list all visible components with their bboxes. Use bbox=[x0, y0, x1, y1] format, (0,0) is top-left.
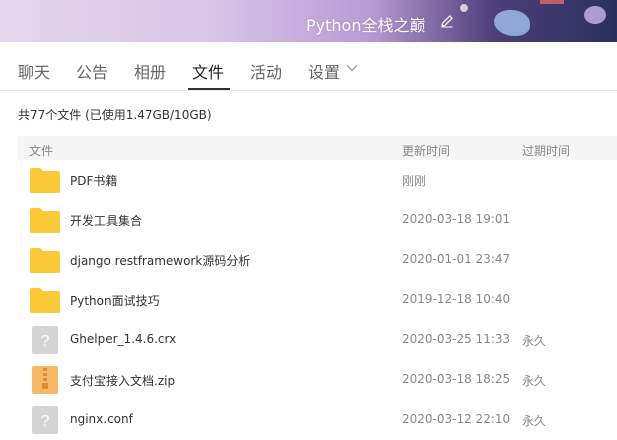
tab-settings[interactable]: 设置 bbox=[308, 59, 340, 83]
tab-album[interactable]: 相册 bbox=[134, 59, 166, 83]
folder-icon bbox=[29, 246, 61, 274]
file-row[interactable]: ? Ghelper_1.4.6.crx 2020-03-25 11:33 永久 bbox=[18, 320, 617, 360]
file-row[interactable]: Python面试技巧 2019-12-18 10:40 bbox=[18, 280, 617, 320]
file-updated-time: 2019-12-18 10:40 bbox=[402, 292, 511, 306]
tab-files[interactable]: 文件 bbox=[192, 59, 224, 83]
column-header-updated[interactable]: 更新时间 bbox=[402, 142, 450, 159]
active-tab-indicator bbox=[188, 88, 230, 90]
file-name[interactable]: 开发工具集合 bbox=[70, 212, 142, 229]
file-expiry: 永久 bbox=[522, 374, 547, 388]
banner-decoration bbox=[540, 0, 564, 4]
folder-icon bbox=[29, 206, 61, 234]
unknown-file-icon: ? bbox=[29, 326, 61, 354]
file-row[interactable]: 支付宝接入文档.zip 2020-03-18 18:25 永久 bbox=[18, 360, 617, 400]
file-updated-time: 刚刚 bbox=[402, 174, 427, 188]
zip-file-icon bbox=[29, 366, 61, 394]
file-updated-time: 2020-03-18 18:25 bbox=[402, 372, 511, 386]
svg-text:?: ? bbox=[41, 413, 50, 430]
file-list-header: 文件 更新时间 过期时间 bbox=[18, 136, 617, 160]
tab-chat[interactable]: 聊天 bbox=[18, 59, 50, 83]
column-header-expires[interactable]: 过期时间 bbox=[522, 142, 570, 159]
tab-announcement[interactable]: 公告 bbox=[76, 59, 108, 83]
banner-decoration bbox=[460, 4, 468, 12]
file-name[interactable]: 支付宝接入文档.zip bbox=[70, 372, 175, 389]
chevron-down-icon[interactable] bbox=[346, 64, 358, 72]
file-row[interactable]: PDF书籍 刚刚 bbox=[18, 160, 617, 200]
file-updated-time: 2020-03-18 19:01 bbox=[402, 212, 511, 226]
group-banner: Python全栈之巅 bbox=[0, 0, 617, 42]
group-name: Python全栈之巅 bbox=[306, 16, 426, 35]
tab-bar: 聊天 公告 相册 文件 活动 设置 bbox=[0, 42, 617, 91]
file-expiry: 永久 bbox=[522, 334, 547, 348]
unknown-file-icon: ? bbox=[29, 406, 61, 434]
banner-decoration bbox=[494, 10, 530, 36]
file-updated-time: 2020-03-12 22:10 bbox=[402, 412, 511, 426]
folder-icon bbox=[29, 286, 61, 314]
file-updated-time: 2020-03-25 11:33 bbox=[402, 332, 511, 346]
storage-summary: 共77个文件 (已使用1.47GB/10GB) bbox=[18, 108, 212, 122]
file-name[interactable]: Ghelper_1.4.6.crx bbox=[70, 332, 176, 346]
tab-activity[interactable]: 活动 bbox=[250, 59, 282, 83]
file-updated-time: 2020-01-01 23:47 bbox=[402, 252, 511, 266]
file-name[interactable]: django restframework源码分析 bbox=[70, 252, 250, 269]
svg-text:?: ? bbox=[41, 333, 50, 350]
file-name[interactable]: Python面试技巧 bbox=[70, 292, 160, 309]
banner-decoration bbox=[584, 6, 606, 24]
column-header-name[interactable]: 文件 bbox=[29, 142, 53, 159]
file-expiry: 永久 bbox=[522, 414, 547, 428]
edit-pencil-icon[interactable] bbox=[440, 14, 454, 28]
file-row[interactable]: ? nginx.conf 2020-03-12 22:10 永久 bbox=[18, 400, 617, 440]
file-name[interactable]: nginx.conf bbox=[70, 412, 133, 426]
file-name[interactable]: PDF书籍 bbox=[70, 172, 117, 189]
file-row[interactable]: 开发工具集合 2020-03-18 19:01 bbox=[18, 200, 617, 240]
folder-icon bbox=[29, 166, 61, 194]
file-row[interactable]: django restframework源码分析 2020-01-01 23:47 bbox=[18, 240, 617, 280]
